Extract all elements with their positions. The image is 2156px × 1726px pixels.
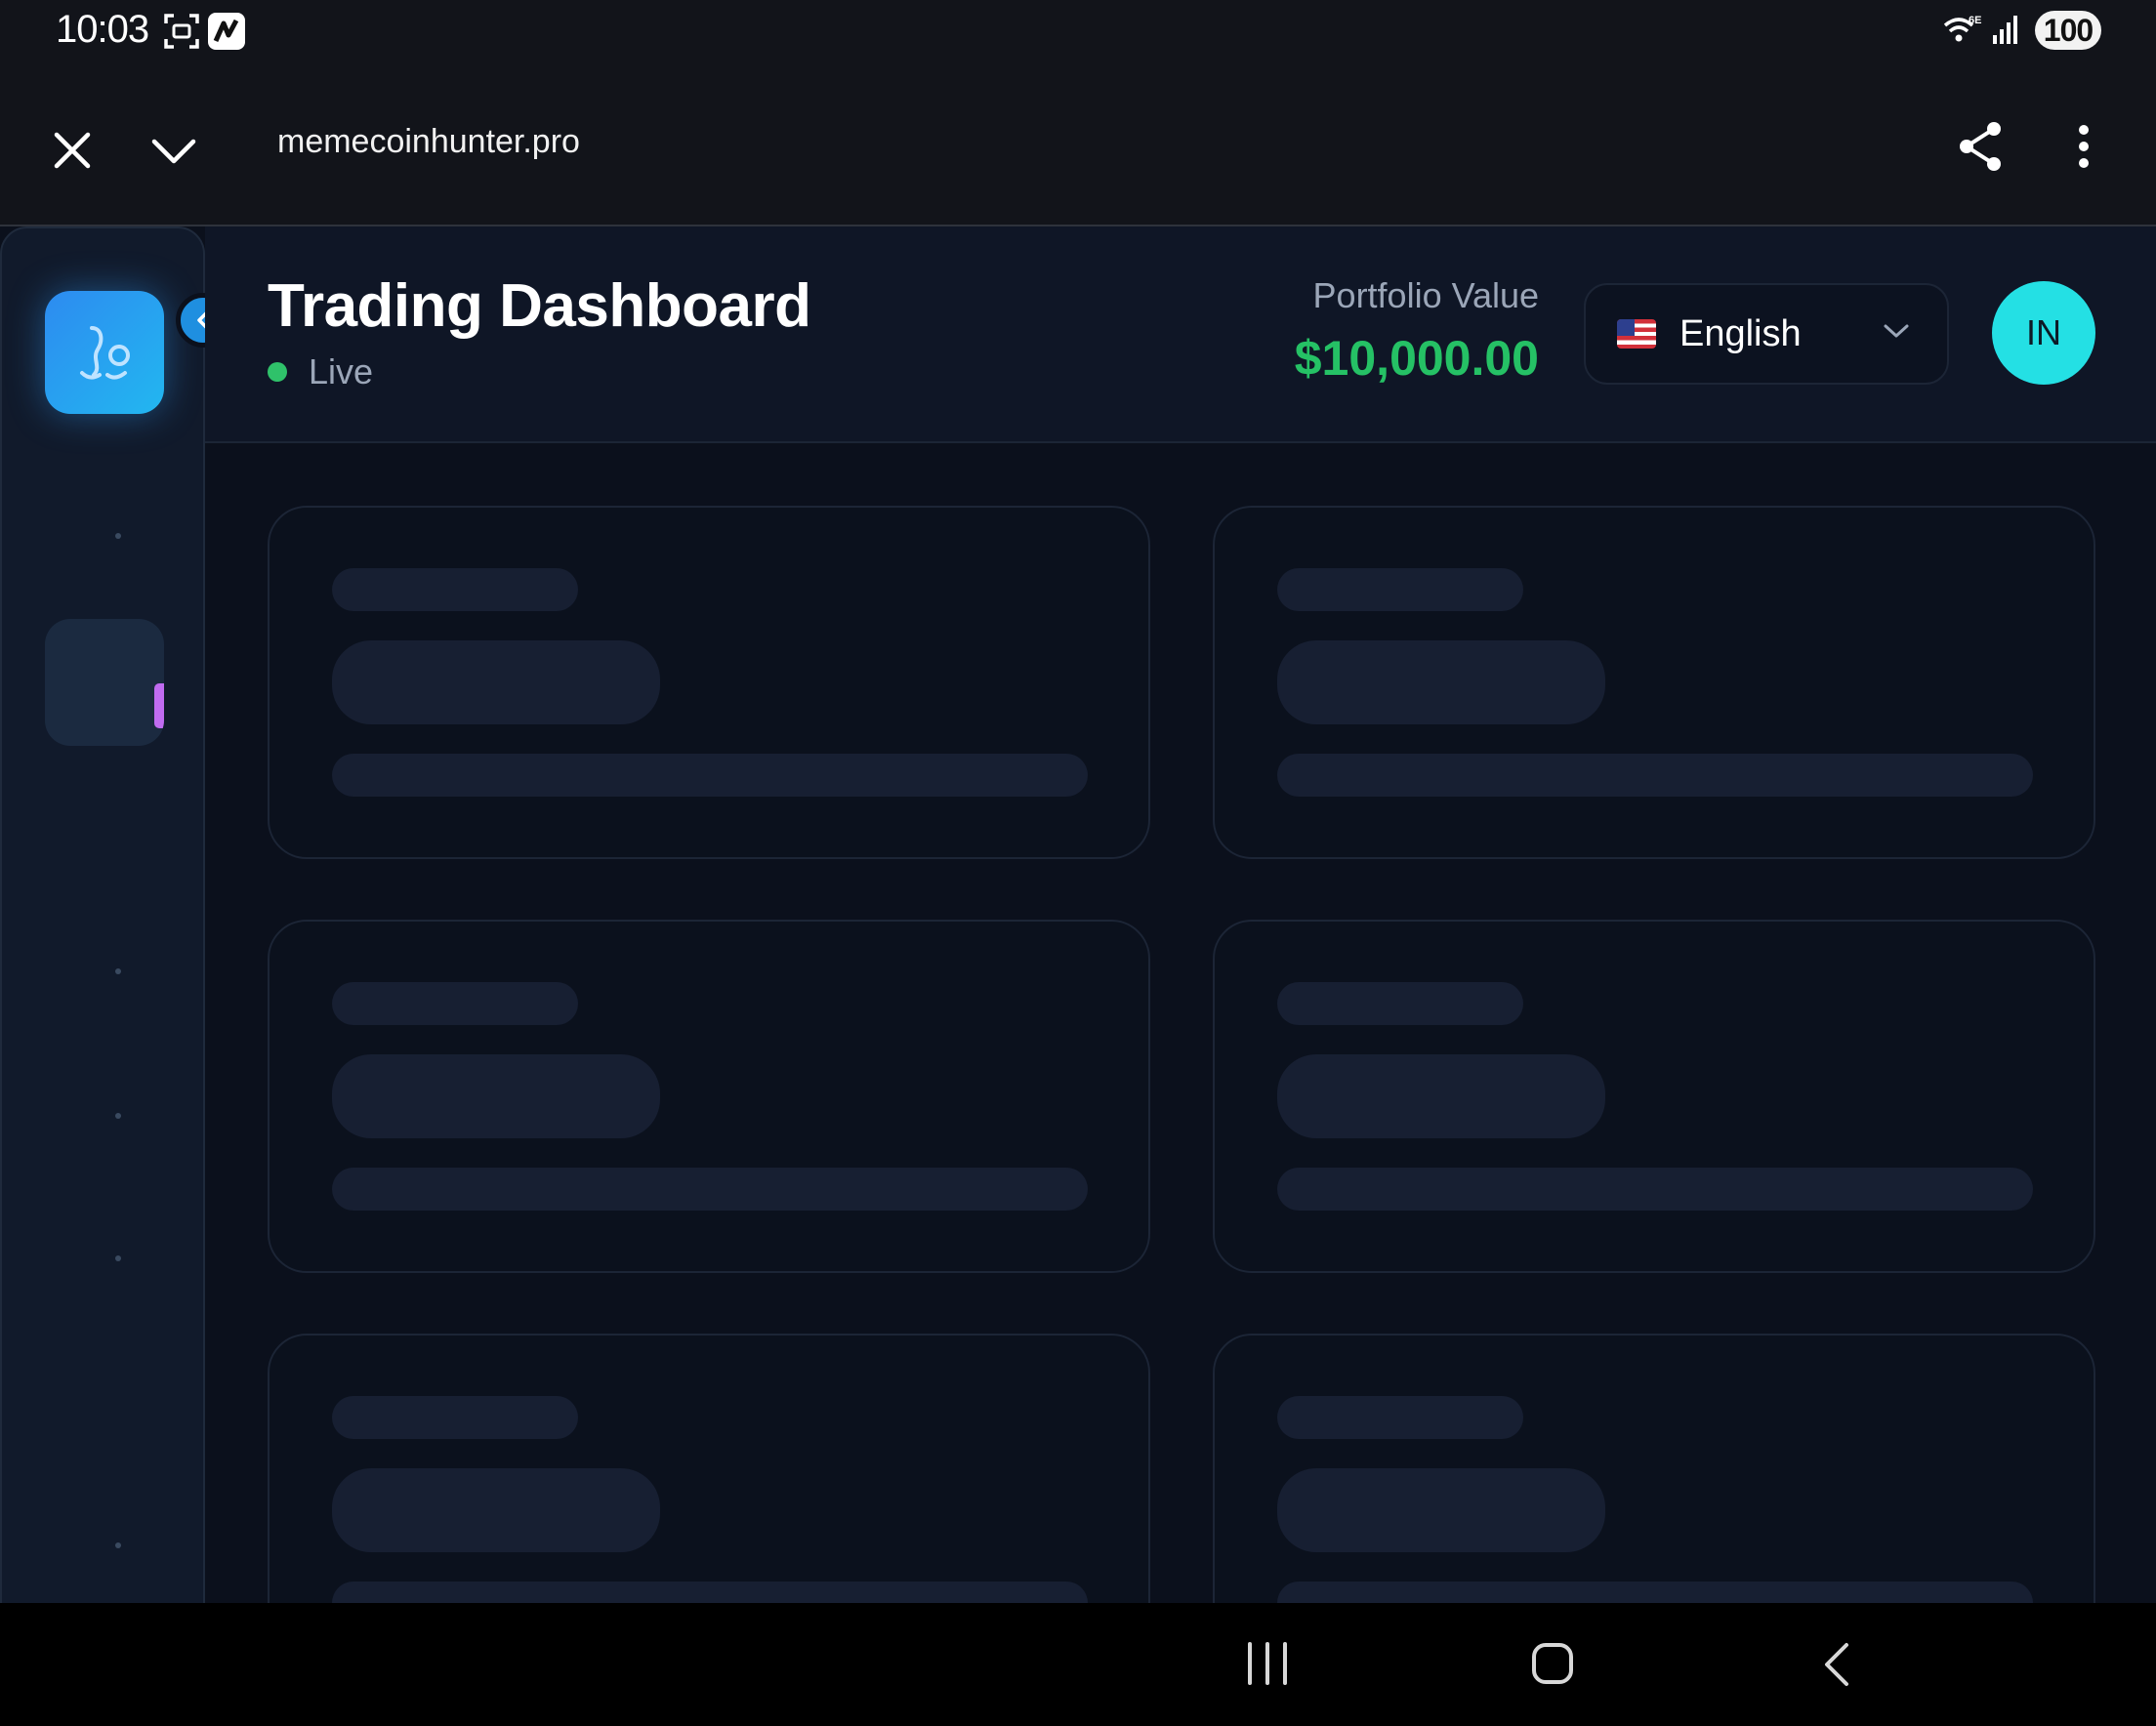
logo-icon <box>80 326 130 380</box>
app-viewport: Trading Dashboard Live Portfolio Value $… <box>0 226 2156 1603</box>
loading-card <box>1213 920 2095 1273</box>
home-icon <box>1532 1643 1573 1684</box>
status-time: 10:03 <box>56 8 149 51</box>
skeleton-line <box>1277 754 2033 797</box>
close-icon <box>54 132 91 169</box>
skeleton-line <box>1277 1396 1523 1439</box>
screenshot-icon <box>162 12 201 56</box>
recent-apps-button[interactable] <box>1246 1642 1289 1690</box>
dashboard-header: Trading Dashboard Live Portfolio Value $… <box>205 226 2156 443</box>
language-label: English <box>1679 312 1802 354</box>
recent-apps-icon <box>1248 1642 1287 1685</box>
skeleton-line <box>332 1168 1088 1211</box>
live-status-dot <box>268 362 287 382</box>
more-options-button[interactable] <box>2064 115 2103 178</box>
skeleton-line <box>1277 982 1523 1025</box>
user-avatar[interactable]: IN <box>1992 281 2095 385</box>
browser-toolbar: memecoinhunter.pro <box>0 62 2156 226</box>
skeleton-line <box>1277 568 1523 611</box>
status-bar: 10:03 6E 100 <box>0 0 2156 62</box>
skeleton-value <box>332 640 660 724</box>
minimize-tab-button[interactable] <box>145 121 203 180</box>
skeleton-value <box>332 1054 660 1138</box>
loading-card <box>1213 1334 2095 1603</box>
chevron-down-icon <box>151 139 196 164</box>
wifi-icon: 6E <box>1943 14 1982 52</box>
signal-icon <box>1992 14 2021 50</box>
live-status-label: Live <box>309 351 374 391</box>
sidebar-item-3[interactable] <box>115 968 121 974</box>
live-status: Live <box>268 351 373 392</box>
chevron-down-icon <box>1884 324 1909 338</box>
more-vertical-icon <box>2079 125 2089 168</box>
skeleton-line <box>332 1582 1088 1603</box>
back-icon <box>1825 1643 1848 1686</box>
share-button[interactable] <box>1951 115 2010 178</box>
app-notification-icon <box>207 12 246 56</box>
back-button[interactable] <box>1822 1642 1851 1692</box>
app-logo[interactable] <box>45 291 164 414</box>
portfolio-value: $10,000.00 <box>1294 331 1539 386</box>
skeleton-line <box>1277 1168 2033 1211</box>
loading-card <box>268 920 1150 1273</box>
url-text[interactable]: memecoinhunter.pro <box>277 123 580 161</box>
skeleton-value <box>1277 1468 1605 1552</box>
skeleton-line <box>332 1396 578 1439</box>
loading-card <box>268 506 1150 859</box>
system-nav-bar <box>0 1603 2156 1726</box>
svg-text:6E: 6E <box>1969 15 1981 26</box>
us-flag-icon <box>1617 319 1656 349</box>
skeleton-line <box>332 568 578 611</box>
active-indicator <box>154 683 164 728</box>
sidebar-item-6[interactable] <box>115 1542 121 1548</box>
portfolio-value-label: Portfolio Value <box>1312 275 1539 315</box>
home-button[interactable] <box>1531 1642 1574 1690</box>
sidebar-item-5[interactable] <box>115 1255 121 1261</box>
skeleton-value <box>1277 1054 1605 1138</box>
sidebar <box>0 226 205 1603</box>
battery-indicator: 100 <box>2035 11 2101 50</box>
loading-card <box>268 1334 1150 1603</box>
share-icon <box>1960 122 2001 171</box>
skeleton-value <box>332 1468 660 1552</box>
sidebar-item-4[interactable] <box>115 1113 121 1119</box>
skeleton-value <box>1277 640 1605 724</box>
sidebar-item-1[interactable] <box>115 533 121 539</box>
page-title: Trading Dashboard <box>268 272 811 340</box>
close-tab-button[interactable] <box>43 121 102 180</box>
skeleton-line <box>1277 1582 2033 1603</box>
language-selector[interactable]: English <box>1584 283 1949 385</box>
skeleton-line <box>332 754 1088 797</box>
loading-card <box>1213 506 2095 859</box>
sidebar-item-active[interactable] <box>45 619 164 746</box>
skeleton-line <box>332 982 578 1025</box>
